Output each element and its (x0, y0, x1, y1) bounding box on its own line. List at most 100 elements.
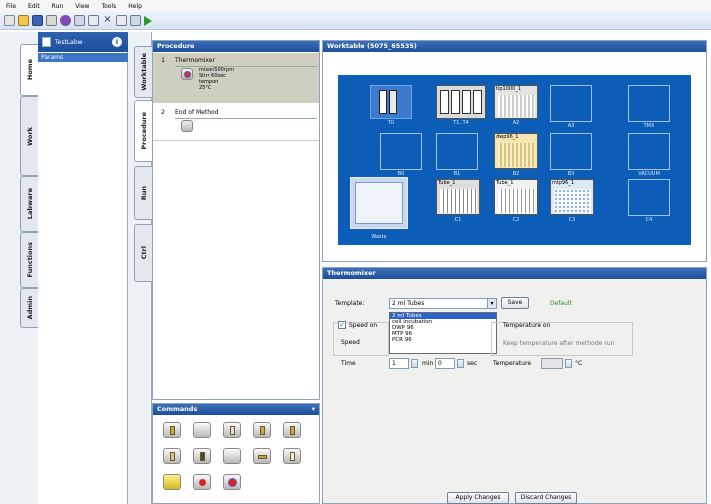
worktable-deck: T0 T1..T4 tip1000_1 A2 A3 TMX B0 B1 dwp9… (338, 75, 691, 245)
menu-tools[interactable]: Tools (101, 3, 116, 10)
transfer-command-icon[interactable] (253, 422, 271, 438)
tip-rack-t0[interactable] (370, 85, 412, 119)
save-icon[interactable] (32, 15, 43, 26)
copy-icon[interactable] (88, 15, 99, 26)
template-select[interactable]: 2 ml Tubes ▾ (389, 298, 497, 309)
worktable-title: Worktable (5075_65535) (323, 41, 706, 52)
default-label: Default (550, 300, 572, 307)
slot-a2[interactable]: tip1000_1 (494, 85, 538, 122)
microplate-c3[interactable]: mtp96_1 (550, 179, 594, 215)
menu-edit[interactable]: Edit (28, 3, 40, 10)
step-title: Thermomixer (175, 55, 317, 67)
step-detail: 25°C (199, 85, 212, 91)
minutes-unit: min (422, 360, 434, 367)
worktable-panel: Worktable (5075_65535) T0 T1..T4 tip1000… (322, 40, 707, 262)
slot-b1[interactable] (436, 133, 478, 170)
menu-file[interactable]: File (6, 3, 16, 10)
print-icon[interactable] (46, 15, 57, 26)
keep-temperature-label: Keep temperature after methode run (503, 340, 615, 347)
slot-a3[interactable] (550, 85, 592, 122)
thermomixer-title: Thermomixer (323, 268, 706, 279)
method-name[interactable]: TestLabw (55, 39, 83, 46)
tab-home[interactable]: Home (20, 44, 38, 96)
delete-icon[interactable]: × (102, 15, 113, 26)
tab-labware[interactable]: Labware (20, 176, 38, 232)
move-command-icon[interactable] (253, 448, 271, 464)
tab-work[interactable]: Work (20, 96, 38, 176)
tab-functions[interactable]: Functions (20, 232, 38, 288)
discard-changes-button[interactable]: Discard Changes (515, 492, 577, 504)
tab-run[interactable]: Run (134, 166, 152, 220)
slot-label: T0 (387, 120, 395, 126)
slot-b0[interactable] (380, 133, 422, 170)
new-icon[interactable] (4, 15, 15, 26)
minutes-spinner-icon[interactable] (411, 359, 418, 368)
slot-b3[interactable] (550, 133, 592, 170)
step-number: 2 (161, 109, 165, 116)
run-icon[interactable] (144, 15, 152, 26)
template-option[interactable]: PCR 96 (390, 337, 496, 343)
speed-on-checkbox[interactable]: ✓ (338, 321, 346, 329)
menu-run[interactable]: Run (52, 3, 64, 10)
aspirate-command-icon[interactable] (163, 422, 181, 438)
slot-c2[interactable]: Tube_1 (494, 179, 538, 216)
tab-admin[interactable]: Admin (20, 288, 38, 328)
slot-c1[interactable]: Tube_1 (436, 179, 480, 216)
step-title: End of Method (175, 107, 317, 119)
collapse-icon[interactable]: ▾ (312, 404, 315, 415)
procedure-step-1[interactable]: 1 Thermomixer mixon500rpm Stirr 60sec te… (153, 53, 319, 103)
save-template-button[interactable]: Save (501, 297, 529, 309)
cut-icon[interactable] (74, 15, 85, 26)
commands-panel: Commands ▾ (152, 403, 320, 504)
seconds-spinner-icon[interactable] (457, 359, 464, 368)
slot-t1-t4[interactable] (436, 85, 486, 122)
tab-ctrl[interactable]: Ctrl (134, 224, 152, 282)
tube-rack-c2[interactable]: Tube_1 (494, 179, 538, 215)
tubes-command-icon[interactable] (283, 422, 301, 438)
open-icon[interactable] (18, 15, 29, 26)
deep-well-plate-b2[interactable]: dwp96_1 (494, 133, 538, 169)
info-icon[interactable]: i (112, 37, 122, 47)
menu-view[interactable]: View (75, 3, 89, 10)
stop-command-icon[interactable] (193, 474, 211, 490)
temperature-spinner-icon[interactable] (565, 359, 572, 368)
dispense-command-icon[interactable] (193, 422, 211, 438)
tip-rack-a2[interactable]: tip1000_1 (494, 85, 538, 119)
chevron-down-icon[interactable]: ▾ (487, 299, 496, 308)
gripper-command-icon[interactable] (193, 448, 211, 464)
slot-label: C2 (512, 217, 520, 223)
comment-command-icon[interactable] (163, 474, 181, 490)
vacuum-command-icon[interactable] (223, 448, 241, 464)
tab-procedure[interactable]: Procedure (134, 100, 152, 162)
tab-worktable[interactable]: Worktable (134, 46, 152, 98)
slot-b2[interactable]: dwp96_1 (494, 133, 538, 170)
undo-icon[interactable] (130, 15, 141, 26)
slot-label: C4 (645, 217, 653, 223)
apply-changes-button[interactable]: Apply Changes (447, 492, 509, 504)
slot-c3[interactable]: mtp96_1 (550, 179, 594, 216)
speed-label: Speed (341, 339, 360, 346)
time-seconds-input[interactable]: 0 (435, 358, 455, 369)
slot-t0[interactable] (370, 85, 412, 122)
method-item-selected[interactable]: Params (38, 53, 128, 62)
temperature-input[interactable] (541, 358, 563, 369)
procedure-panel: Procedure 1 Thermomixer mixon500rpm Stir… (152, 40, 320, 400)
thermomixer-command-icon[interactable] (223, 474, 241, 490)
mix-command-icon[interactable] (223, 422, 241, 438)
slot-tmx[interactable] (628, 85, 670, 122)
time-minutes-input[interactable]: 1 (389, 358, 409, 369)
procedure-step-2[interactable]: 2 End of Method (153, 105, 319, 141)
commands-title: Commands (157, 405, 198, 413)
slot-vacuum[interactable] (628, 133, 670, 170)
hourglass-command-icon[interactable] (283, 448, 301, 464)
slot-label: C3 (568, 217, 576, 223)
settings-icon[interactable] (60, 15, 71, 26)
slot-waste[interactable] (350, 177, 410, 233)
menu-help[interactable]: Help (128, 3, 142, 10)
tip-command-icon[interactable] (163, 448, 181, 464)
tube-rack-c1[interactable]: Tube_1 (436, 179, 480, 215)
tubes-t1-t4[interactable] (436, 85, 486, 119)
waste-container[interactable] (350, 177, 408, 229)
paste-icon[interactable] (116, 15, 127, 26)
slot-c4[interactable] (628, 179, 670, 216)
